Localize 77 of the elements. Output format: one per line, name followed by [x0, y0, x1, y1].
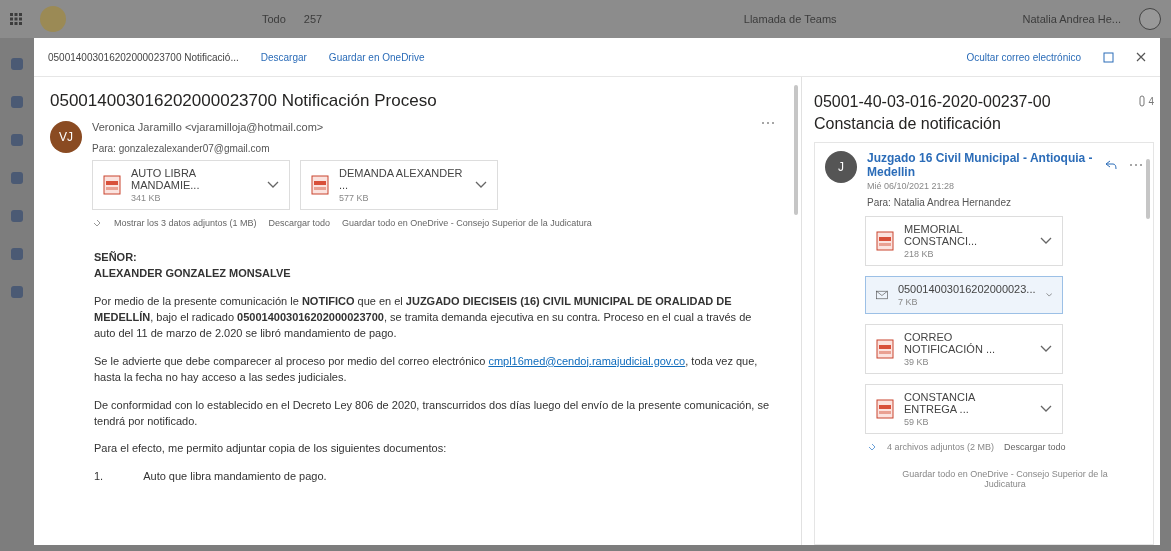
attachment-count-button[interactable]: 4 — [1139, 91, 1154, 107]
message-date: Mié 06/10/2021 21:28 — [867, 180, 956, 191]
attachment-name: CONSTANCIA ENTREGA ... — [904, 390, 976, 415]
attachment-card[interactable]: DEMANDA ALEXANDER ... 577 KB — [300, 160, 498, 210]
pdf-file-icon — [876, 398, 894, 419]
app-rail-icon[interactable] — [11, 134, 23, 146]
save-all-link[interactable]: Guardar todo en OneDrive - Consejo Superior de la Judicatura — [342, 218, 592, 228]
list-item-text: Auto que libra mandamiento de pago. — [143, 469, 327, 485]
app-rail-icon[interactable] — [11, 248, 23, 260]
body-paragraph: Por medio de la presente comunicación le NOTIFICO que en el JUZGADO DIECISEIS (16) CIVIL MUNICIPAL DE ORALIDAD DE MEDELLÍN, bajo el radicado 050014003016202000023700, se tramita demanda ejecutiva en su contra. Proceso en el cual a través de auto del 11 de marzo de 2.020 se libró mandamiento de pago. — [94, 293, 753, 341]
attachment-card[interactable]: 050014003016202000023... 7 KB — [865, 275, 1063, 314]
attachment-size: 577 KB — [339, 193, 370, 203]
attachment-name: CORREO NOTIFICACIÓN ... — [904, 330, 997, 355]
save-all-link[interactable]: Guardar todo en OneDrive - Consejo Superior de la Judicatura — [877, 467, 1133, 490]
attachment-card[interactable]: AUTO LIBRA MANDAMIE... 341 KB — [92, 160, 290, 210]
attachment-summary: 4 archivos adjuntos (2 MB) — [887, 441, 995, 452]
user-name[interactable]: Natalia Andrea He... — [1022, 13, 1121, 25]
pdf-file-icon — [876, 230, 894, 251]
attachment-size: 7 KB — [897, 296, 919, 307]
attachment-name: AUTO LIBRA MANDAMIE... — [131, 167, 201, 191]
download-all-link[interactable]: Descargar todo — [1004, 441, 1066, 452]
recipient-line: Para: gonzalezalexander07@gmail.com — [92, 143, 271, 154]
chevron-down-icon[interactable] — [267, 181, 279, 189]
attachment-name: DEMANDA ALEXANDER ... — [339, 167, 464, 191]
scrollbar-thumb[interactable] — [1146, 158, 1150, 219]
teams-call-button[interactable]: Llamada de Teams — [743, 13, 837, 25]
close-icon[interactable] — [1136, 52, 1146, 62]
download-button[interactable]: Descargar — [260, 51, 307, 63]
reply-icon[interactable] — [1105, 159, 1117, 170]
attachment-card[interactable]: MEMORIAL CONSTANCI... 218 KB — [865, 215, 1063, 266]
thread-subject: 05001-40-03-016-2020-00237-00 Constancia de notificación — [814, 92, 1052, 135]
chevron-down-icon[interactable] — [1040, 236, 1052, 245]
recipient-line: Para: Natalia Andrea Hernandez — [867, 196, 1012, 208]
pdf-file-icon — [103, 175, 121, 195]
sender-name[interactable]: Juzgado 16 Civil Municipal - Antioquia - Medellin — [867, 150, 1105, 179]
pdf-file-icon — [311, 175, 329, 195]
sender-avatar: J — [825, 150, 857, 183]
greeting-text: SEÑOR: ALEXANDER GONZALEZ MONSALVE — [94, 250, 292, 281]
more-options-icon[interactable] — [761, 121, 775, 125]
chevron-down-icon[interactable] — [1045, 290, 1052, 299]
body-paragraph: Se le advierte que debe comparecer al proceso por medio del correo electrónico cmpl16med@cendoj.ramajudicial.gov.co, toda vez que, hasta la fecha no hay acceso a las sedes judiciales. — [94, 353, 759, 385]
logo-emblem-icon — [40, 6, 66, 32]
download-all-link[interactable]: Descargar todo — [268, 218, 331, 228]
hide-email-button[interactable]: Ocultar correo electrónico — [966, 51, 1081, 63]
sender-name[interactable]: Veronica Jaramillo <vjaramilloja@hotmail.com> — [92, 121, 324, 133]
attachment-name: MEMORIAL CONSTANCI... — [904, 222, 979, 247]
app-rail-icon[interactable] — [11, 96, 23, 108]
attachment-card[interactable]: CONSTANCIA ENTREGA ... 59 KB — [865, 383, 1063, 434]
result-count: 257 — [303, 13, 323, 25]
app-rail-icon[interactable] — [11, 286, 23, 298]
attachment-size: 218 KB — [904, 248, 935, 259]
email-subject: 050014003016202000023700 Notificación Proceso — [50, 91, 438, 111]
attachment-size: 39 KB — [904, 356, 930, 367]
user-avatar[interactable] — [1139, 8, 1161, 30]
popout-icon[interactable] — [1103, 51, 1114, 63]
chevron-down-icon[interactable] — [475, 181, 487, 189]
app-rail-icon[interactable] — [11, 172, 23, 184]
body-paragraph: Para el efecto, me permito adjuntar copia de los siguientes documentos: — [94, 441, 448, 457]
save-onedrive-button[interactable]: Guardar en OneDrive — [328, 51, 425, 63]
chevron-down-icon[interactable] — [1040, 344, 1052, 353]
app-rail-icon[interactable] — [11, 58, 23, 70]
scrollbar-thumb[interactable] — [794, 85, 798, 215]
app-grid-icon[interactable] — [10, 13, 22, 25]
search-scope[interactable]: Todo — [262, 13, 286, 25]
attachment-name: 050014003016202000023... — [897, 282, 1036, 295]
list-number: 1. — [94, 469, 104, 485]
show-attachments-link[interactable]: Mostrar los 3 datos adjuntos (1 MB) — [114, 218, 257, 228]
attachment-size: 341 KB — [131, 193, 162, 203]
app-rail-icon[interactable] — [11, 210, 23, 222]
chevron-down-icon[interactable] — [1040, 404, 1052, 413]
window-title: 050014003016202000023700 Notificació... — [48, 51, 239, 63]
pdf-file-icon — [876, 338, 894, 359]
sender-avatar: VJ — [50, 121, 82, 153]
attachment-card[interactable]: CORREO NOTIFICACIÓN ... 39 KB — [865, 323, 1063, 374]
body-paragraph: De conformidad con lo establecido en el Decreto Ley 806 de 2020, transcurridos dos días luego del envío de la presente comunicación, se tendrá por notificado. — [94, 397, 771, 429]
more-options-icon[interactable] — [1129, 162, 1143, 167]
attachment-size: 59 KB — [904, 416, 930, 427]
